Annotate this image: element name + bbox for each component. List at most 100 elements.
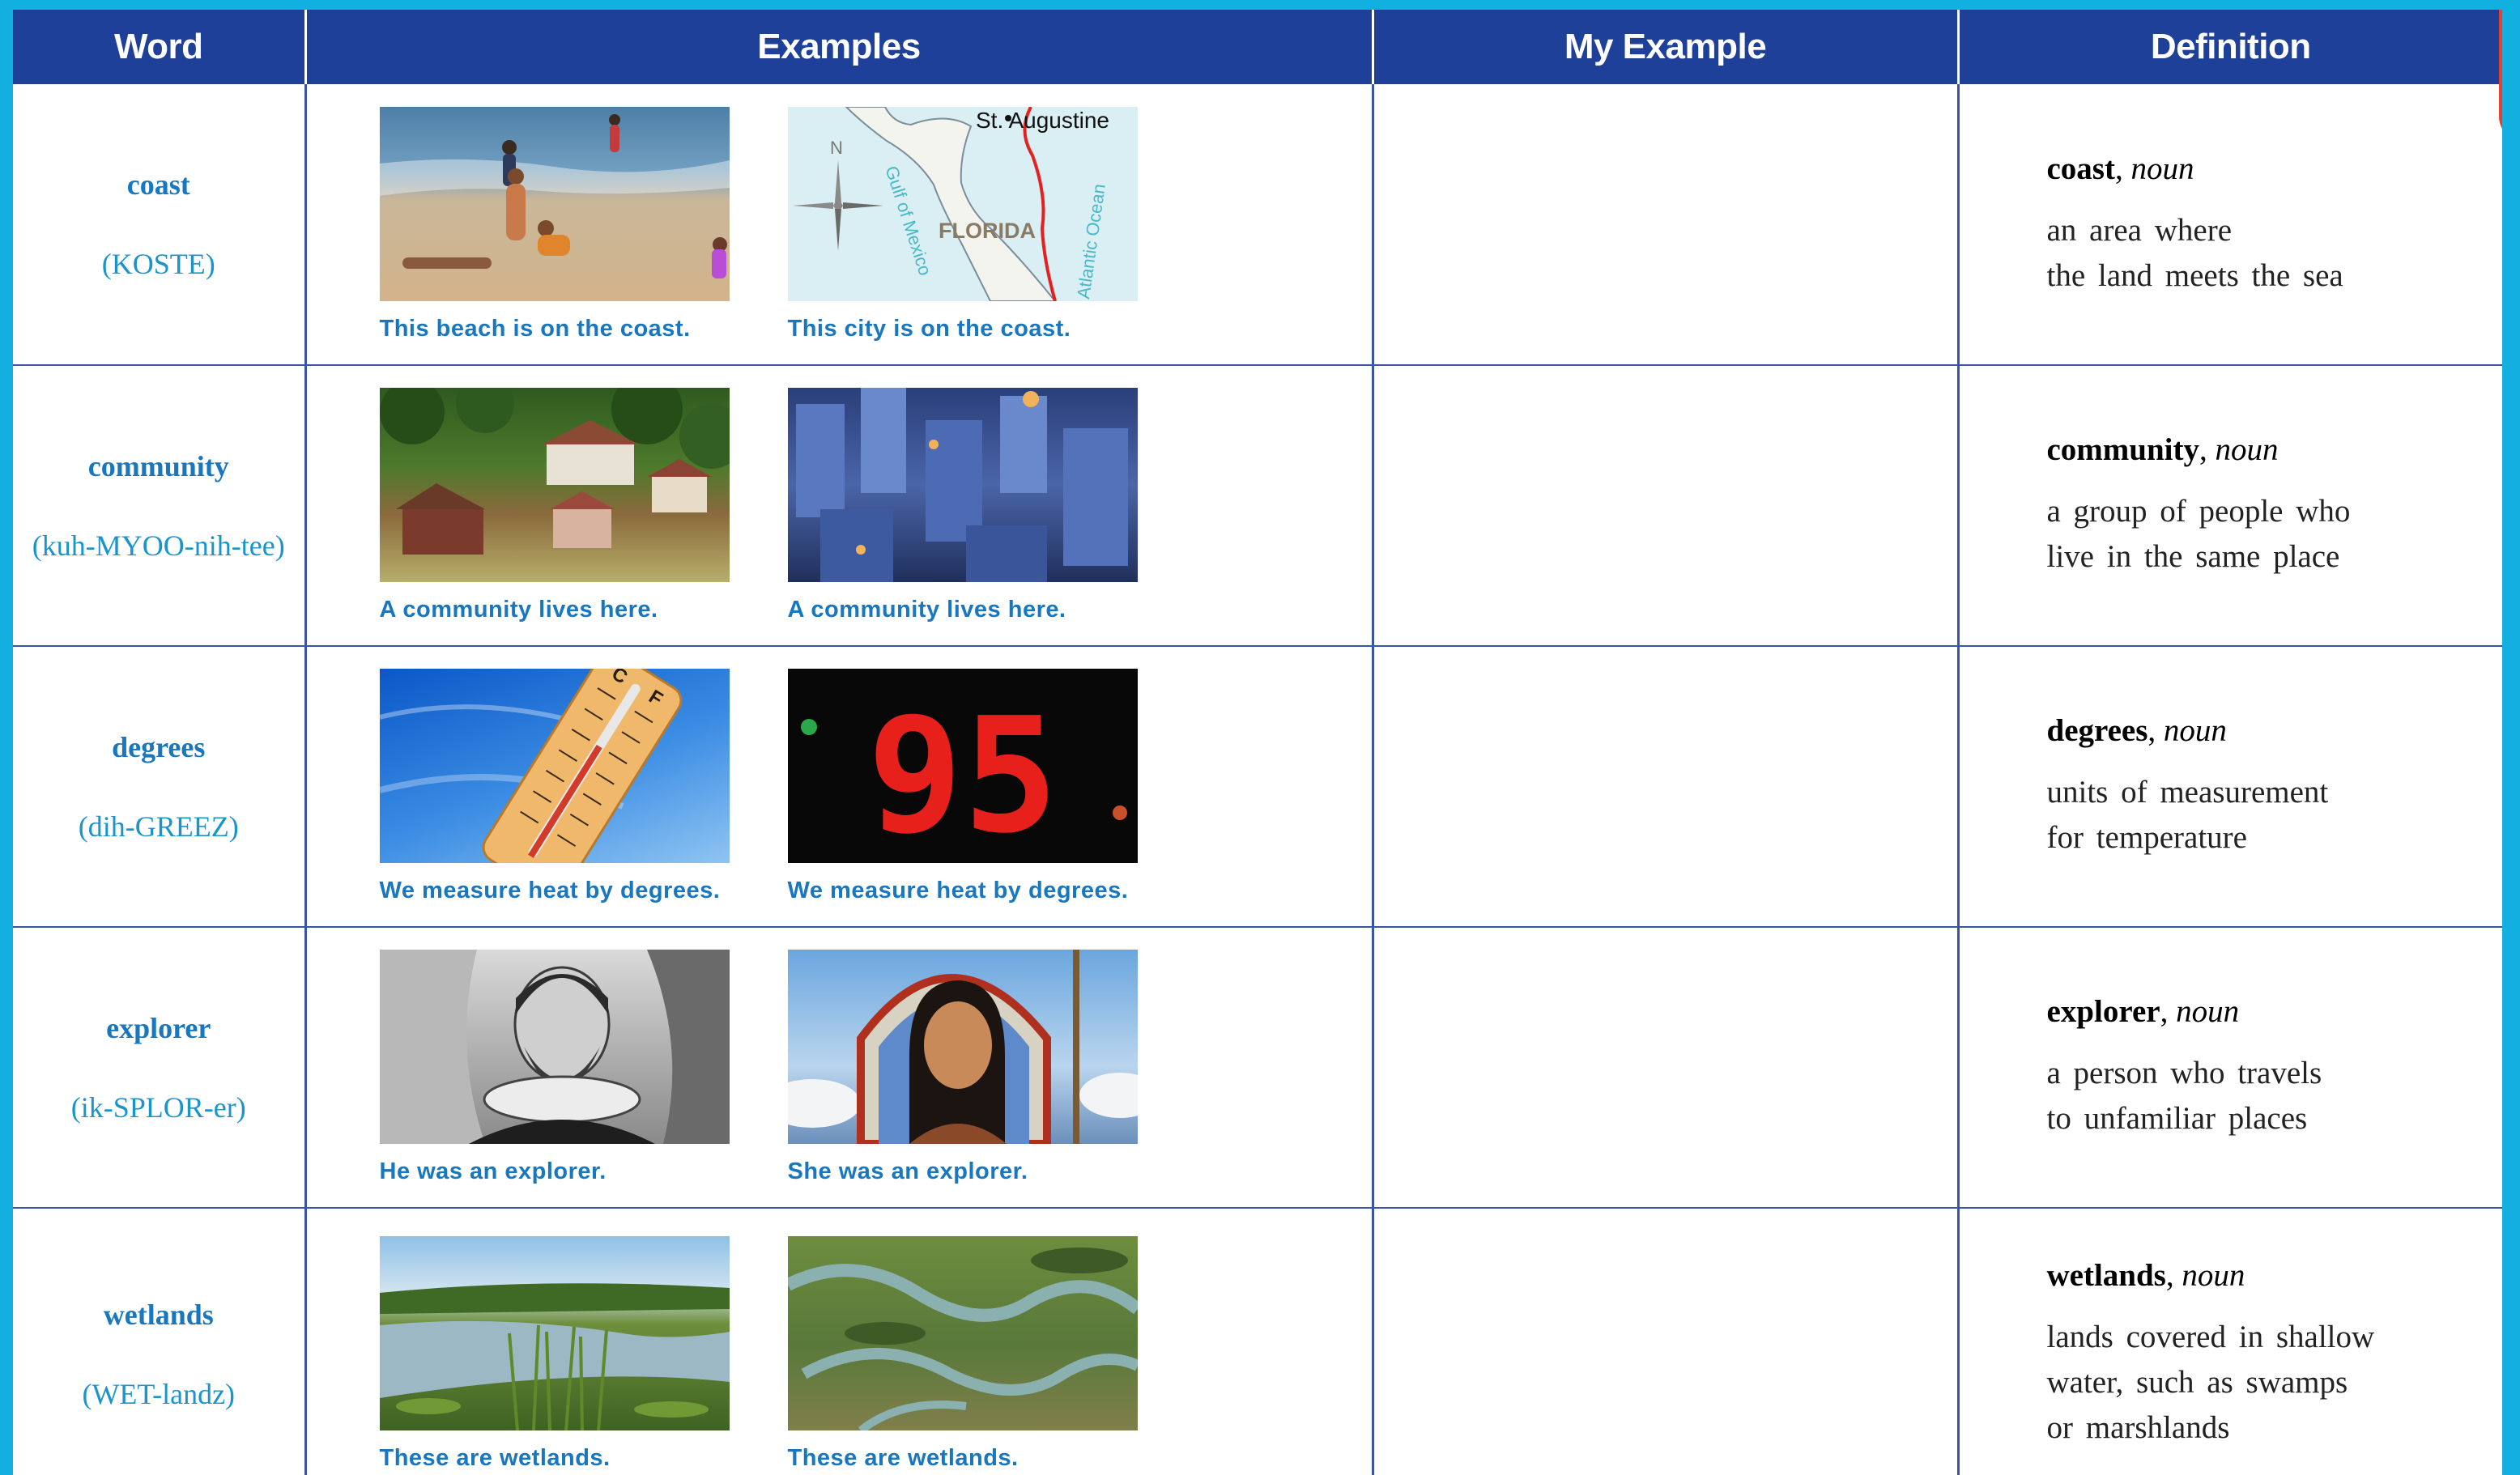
temperature-reading: 95 xyxy=(866,684,1058,863)
example-caption: A community lives here. xyxy=(379,597,658,623)
example-item: C F We measure heat by degrees. xyxy=(379,669,730,904)
definition-term: wetlands xyxy=(2046,1258,2166,1293)
pronunciation: (WET-landz) xyxy=(82,1377,236,1410)
my-example-cell[interactable] xyxy=(1373,927,1960,1209)
word-cell: community (kuh-MYOO-nih-tee) xyxy=(13,365,307,647)
example-item: A community lives here. xyxy=(787,388,1138,623)
definition-cell: explorer, noun a person who travels to u… xyxy=(1958,927,2502,1209)
definition-cell: coast, noun an area where the land meets… xyxy=(1958,84,2502,366)
examples-cell: This beach is on the coast. N St. August… xyxy=(305,84,1374,366)
led-display-photo: 95 xyxy=(787,669,1138,863)
word-cell: explorer (ik-SPLOR-er) xyxy=(13,927,307,1209)
header-word: Word xyxy=(13,10,307,84)
example-item: He was an explorer. xyxy=(379,950,730,1185)
definition-term: community xyxy=(2046,432,2200,467)
definition-term: explorer xyxy=(2046,994,2160,1029)
example-caption: This beach is on the coast. xyxy=(379,315,691,342)
part-of-speech: noun xyxy=(2176,994,2240,1029)
example-caption: These are wetlands. xyxy=(787,1445,1019,1471)
definition-line: a group of people who xyxy=(2046,494,2351,529)
definition-line: for temperature xyxy=(2046,820,2247,855)
definition-term: degrees xyxy=(2046,713,2148,748)
vocab-row-degrees: degrees (dih-GREEZ) C F We measure heat … xyxy=(13,646,2502,928)
definition-line: water, such as swamps xyxy=(2046,1365,2348,1400)
explorer-painting xyxy=(787,950,1138,1144)
definition-line: the land meets the sea xyxy=(2046,257,2343,293)
word-cell: wetlands (WET-landz) xyxy=(13,1208,307,1475)
example-caption: He was an explorer. xyxy=(379,1158,607,1184)
vocab-row-community: community (kuh-MYOO-nih-tee) A community… xyxy=(13,365,2502,647)
example-caption: She was an explorer. xyxy=(787,1158,1028,1184)
part-of-speech: noun xyxy=(2131,151,2194,186)
thermometer-photo: C F xyxy=(379,669,730,863)
example-item: This beach is on the coast. xyxy=(379,106,730,342)
vocabulary-table: Word Examples My Example Definition coas… xyxy=(13,10,2502,1475)
vocab-row-explorer: explorer (ik-SPLOR-er) He was an explore… xyxy=(13,927,2502,1209)
example-caption: These are wetlands. xyxy=(379,1445,611,1471)
vocab-row-coast: coast (KOSTE) This beach is on the coast… xyxy=(13,84,2502,366)
vocab-word: explorer xyxy=(106,1011,211,1044)
examples-cell: C F We measure heat by degrees. 95 We me… xyxy=(305,646,1374,928)
example-item: A community lives here. xyxy=(379,388,730,623)
map-gulf-label: Gulf of Mexico xyxy=(881,163,935,277)
pronunciation: (kuh-MYOO-nih-tee) xyxy=(32,529,285,562)
part-of-speech: noun xyxy=(2163,713,2227,748)
example-item: N St. Augustine FLORIDA Gulf of Mexico A… xyxy=(787,106,1138,342)
pronunciation: (KOSTE) xyxy=(101,248,215,280)
example-item: 95 We measure heat by degrees. xyxy=(787,669,1138,904)
examples-cell: These are wetlands. These are wetlands. xyxy=(305,1208,1374,1475)
example-caption: This city is on the coast. xyxy=(787,315,1071,342)
vocab-word: coast xyxy=(126,168,190,201)
my-example-cell[interactable] xyxy=(1373,1208,1960,1475)
vocabulary-sheet: Word Examples My Example Definition coas… xyxy=(13,10,2502,1475)
compass-label: N xyxy=(830,138,843,158)
definition-line: units of measurement xyxy=(2046,775,2329,810)
definition-cell: wetlands, noun lands covered in shallow … xyxy=(1958,1208,2502,1475)
example-caption: We measure heat by degrees. xyxy=(787,878,1129,903)
pronunciation: (dih-GREEZ) xyxy=(78,810,239,843)
definition-line: lands covered in shallow xyxy=(2046,1320,2375,1354)
map-ocean-label: Atlantic Ocean xyxy=(1073,182,1109,300)
city-photo xyxy=(787,388,1138,582)
beach-photo xyxy=(379,106,730,301)
marsh-photo xyxy=(379,1236,730,1430)
example-item: She was an explorer. xyxy=(787,950,1138,1185)
definition-term: coast xyxy=(2046,151,2115,186)
vocab-word: community xyxy=(87,449,229,482)
aerial-wetland-photo xyxy=(787,1236,1138,1430)
definition-line: to unfamiliar places xyxy=(2046,1101,2308,1136)
my-example-cell[interactable] xyxy=(1373,84,1960,366)
vocab-word: wetlands xyxy=(103,1298,214,1331)
my-example-cell[interactable] xyxy=(1373,646,1960,928)
pronunciation: (ik-SPLOR-er) xyxy=(70,1090,246,1124)
header-examples: Examples xyxy=(305,10,1374,84)
definition-line: live in the same place xyxy=(2046,539,2340,574)
word-cell: coast (KOSTE) xyxy=(13,84,307,366)
examples-cell: He was an explorer. She was an explorer. xyxy=(305,927,1374,1209)
examples-cell: A community lives here. A community live… xyxy=(305,365,1374,647)
example-item: These are wetlands. xyxy=(379,1236,730,1472)
example-caption: A community lives here. xyxy=(787,597,1066,623)
map-state-label: FLORIDA xyxy=(939,219,1036,243)
map-city-label: St. Augustine xyxy=(976,108,1109,133)
example-item: These are wetlands. xyxy=(787,1236,1138,1472)
header-my-example: My Example xyxy=(1373,10,1960,84)
explorer-engraving xyxy=(379,950,730,1144)
header-definition: Definition xyxy=(1958,10,2502,84)
definition-line: an area where xyxy=(2046,212,2233,248)
village-photo xyxy=(379,388,730,582)
vocab-word: degrees xyxy=(112,730,206,763)
definition-cell: degrees, noun units of measurement for t… xyxy=(1958,646,2502,928)
example-caption: We measure heat by degrees. xyxy=(379,878,721,903)
my-example-cell[interactable] xyxy=(1373,365,1960,647)
word-cell: degrees (dih-GREEZ) xyxy=(13,646,307,928)
vocab-row-wetlands: wetlands (WET-landz) These are wetlands.… xyxy=(13,1208,2502,1475)
florida-map: N St. Augustine FLORIDA Gulf of Mexico A… xyxy=(787,106,1138,301)
header-row: Word Examples My Example Definition xyxy=(13,10,2502,84)
part-of-speech: noun xyxy=(2182,1258,2245,1293)
definition-cell: community, noun a group of people who li… xyxy=(1958,365,2502,647)
side-tab xyxy=(2499,10,2502,141)
part-of-speech: noun xyxy=(2215,432,2279,467)
definition-line: or marshlands xyxy=(2046,1410,2230,1445)
definition-line: a person who travels xyxy=(2046,1056,2322,1090)
